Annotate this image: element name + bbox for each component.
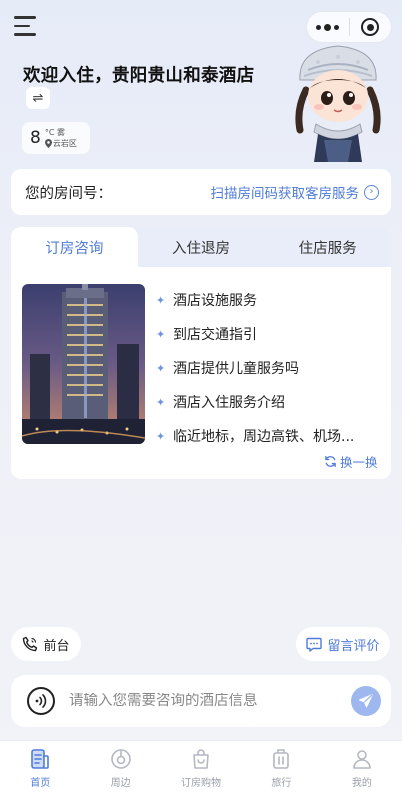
refresh-label: 换一换 <box>340 455 378 470</box>
home-icon <box>31 749 50 769</box>
nav-profile[interactable]: 我的 <box>322 741 402 800</box>
voice-input-icon[interactable] <box>27 687 55 715</box>
room-number-card: 您的房间号： 扫描房间码获取客房服务 › <box>11 169 391 215</box>
mascot-girl-illustration <box>295 45 381 162</box>
tab-check-in-out[interactable]: 入住退房 <box>138 227 265 267</box>
chevron-right-icon: › <box>364 184 379 200</box>
list-item[interactable]: ✦ 酒店提供儿童服务吗 <box>156 351 381 385</box>
nav-nearby[interactable]: 周边 <box>80 741 160 800</box>
refresh-button[interactable]: 换一换 <box>324 452 378 471</box>
bottom-nav: 首页 周边 订房购物 旅行 我的 <box>0 740 402 800</box>
swap-icon[interactable]: ⇌ <box>26 87 50 109</box>
consult-card: 订房咨询 入住退房 住店服务 ✦ 酒店设施服务 ✦ 到店交通指引 ✦ 酒店提供儿… <box>11 227 391 479</box>
send-button[interactable] <box>351 686 381 716</box>
list-item[interactable]: ✦ 酒店入住服务介绍 <box>156 385 381 419</box>
welcome-title: 欢迎入住，贵阳贵山和泰酒店 <box>23 66 255 86</box>
nav-booking-shopping[interactable]: 订房购物 <box>161 741 241 800</box>
leave-review-button[interactable]: 留言评价 <box>296 627 390 661</box>
weather-widget: 8 °C 雾 云岩区 <box>22 122 90 154</box>
front-desk-label: 前台 <box>43 638 70 654</box>
location-pin-icon <box>44 139 52 148</box>
sparkle-icon: ✦ <box>156 395 166 409</box>
tab-stay-service[interactable]: 住店服务 <box>264 227 391 267</box>
more-dots-icon[interactable] <box>307 23 349 31</box>
weather-location: 云岩区 <box>52 139 77 148</box>
scan-room-code-text: 扫描房间码获取客房服务 <box>210 186 360 202</box>
nearby-icon <box>110 749 131 769</box>
list-item[interactable]: ✦ 酒店设施服务 <box>156 283 381 317</box>
sparkle-icon: ✦ <box>156 361 166 375</box>
service-tabs: 订房咨询 入住退房 住店服务 <box>11 227 391 267</box>
tab-booking-consult[interactable]: 订房咨询 <box>11 227 138 267</box>
phone-icon <box>23 636 38 652</box>
scan-room-code-link[interactable]: 扫描房间码获取客房服务 › <box>210 182 379 202</box>
luggage-icon <box>273 749 290 769</box>
message-icon <box>306 637 323 652</box>
leave-review-label: 留言评价 <box>327 638 380 654</box>
question-list: ✦ 酒店设施服务 ✦ 到店交通指引 ✦ 酒店提供儿童服务吗 ✦ 酒店入住服务介绍 ✦ 临近… <box>156 283 381 453</box>
list-item[interactable]: ✦ 到店交通指引 <box>156 317 381 351</box>
front-desk-button[interactable]: 前台 <box>11 627 81 661</box>
weather-temp: 8 <box>30 128 41 148</box>
list-item[interactable]: ✦ 临近地标，周边高铁、机场... <box>156 419 381 453</box>
menu-icon[interactable] <box>14 16 38 38</box>
shopping-bag-icon <box>193 749 209 769</box>
mini-program-capsule <box>306 11 392 43</box>
nav-travel[interactable]: 旅行 <box>241 741 321 800</box>
target-icon[interactable] <box>349 18 391 36</box>
sparkle-icon: ✦ <box>156 327 166 341</box>
profile-icon <box>353 750 371 769</box>
sparkle-icon: ✦ <box>156 293 166 307</box>
question-input[interactable] <box>69 693 351 709</box>
nav-home[interactable]: 首页 <box>0 741 80 800</box>
sparkle-icon: ✦ <box>156 429 166 443</box>
chat-input-bar <box>11 675 391 727</box>
send-icon <box>359 694 373 708</box>
weather-condition: °C 雾 <box>44 128 65 137</box>
refresh-icon <box>325 456 336 467</box>
hotel-photo <box>22 284 145 444</box>
room-number-label: 您的房间号： <box>25 185 112 202</box>
